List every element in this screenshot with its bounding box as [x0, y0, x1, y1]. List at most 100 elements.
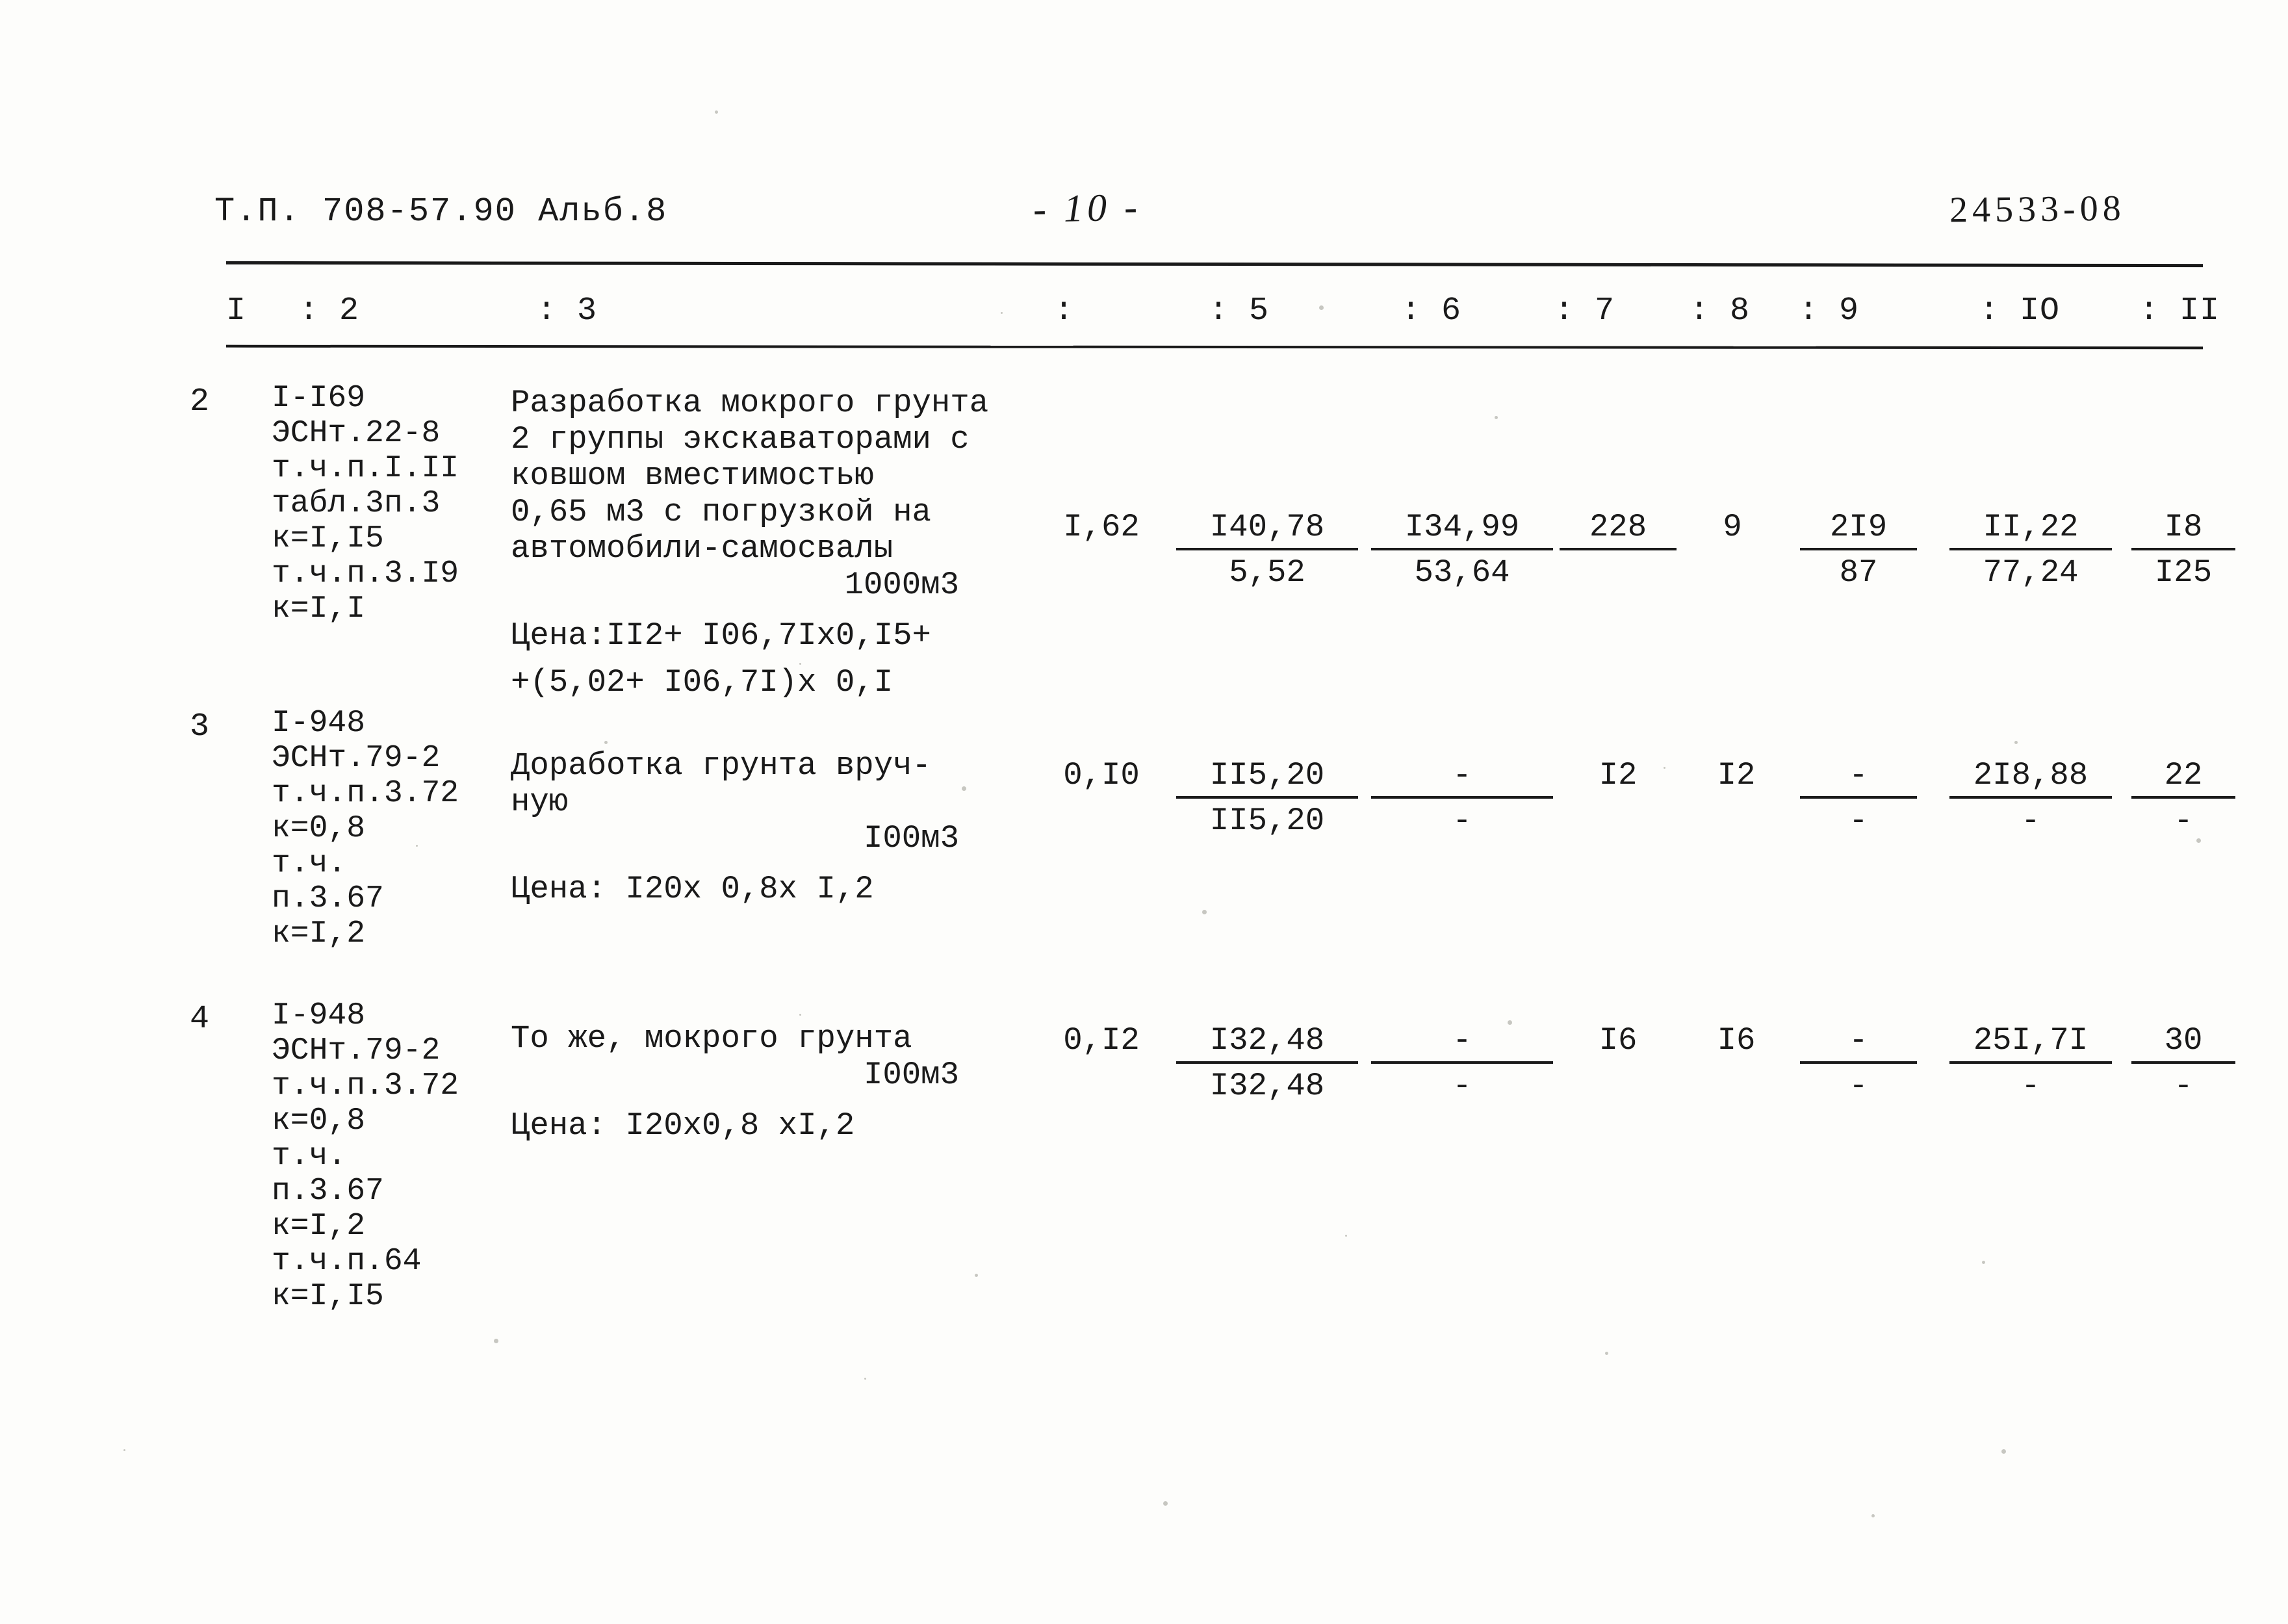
cell-denominator: [1684, 1059, 1788, 1063]
cell-denominator: [1693, 546, 1771, 549]
numeric-cell: 0,I2: [1027, 1022, 1176, 1063]
numeric-cell: I32,48 I32,48: [1176, 1022, 1358, 1105]
page-number: - 10 -: [1033, 185, 1142, 231]
numeric-cell: II,22 77,24: [1949, 508, 2112, 591]
norm-code-line: ЭСНт.79-2: [272, 741, 441, 776]
page-header: Т.П. 708-57.90 Альб.8 - 10 - 24533-08: [0, 185, 2288, 238]
cell-denominator: -: [2021, 1068, 2040, 1104]
column-header-10: : IO: [1979, 292, 2061, 329]
cell-denominator: -: [1849, 803, 1868, 839]
cell-numerator: I6: [1599, 1022, 1638, 1059]
norm-code-line: т.ч.п.64: [272, 1244, 422, 1279]
description-line: 2 группы экскаваторами с: [511, 421, 970, 458]
norm-code-line: I-948: [272, 998, 366, 1033]
norm-code-line: т.ч.п.3.I9: [272, 556, 459, 591]
numeric-cell: I2: [1560, 756, 1677, 797]
numeric-cell: --: [1800, 756, 1917, 840]
numeric-cell: I6: [1560, 1022, 1677, 1063]
cell-numerator: -: [1371, 756, 1553, 799]
cell-numerator: I2: [1599, 757, 1638, 793]
cell-numerator: -: [1371, 1022, 1553, 1064]
scanned-document-page: Т.П. 708-57.90 Альб.8 - 10 - 24533-08 I:…: [0, 0, 2288, 1624]
table-top-rule: [225, 261, 2204, 268]
numeric-cell: 2I8,88 -: [1949, 756, 2112, 840]
numeric-cell: --: [1800, 1022, 1917, 1105]
cell-numerator: 228: [1560, 508, 1677, 550]
cell-denominator: II5,20: [1209, 803, 1325, 839]
numeric-cell: --: [1371, 756, 1553, 840]
numeric-cell: --: [1371, 1022, 1553, 1105]
numeric-cell: 25I,7I -: [1949, 1022, 2112, 1105]
cell-denominator: -: [1452, 803, 1472, 839]
cell-numerator: 22: [2131, 756, 2235, 799]
cell-denominator: 77,24: [1983, 554, 2079, 591]
norm-code-cell: I-948 ЭСНт.79-2 т.ч.п.3.72 к=0,8 т.ч. п.3.67 к…: [272, 706, 459, 951]
column-header-8: : 8: [1690, 292, 1751, 329]
cell-denominator: -: [2174, 803, 2193, 839]
column-header-9: : 9: [1799, 292, 1860, 329]
cell-denominator: [1027, 1059, 1176, 1063]
cell-numerator: I2: [1717, 757, 1756, 793]
measurement-unit: I00м3: [863, 1057, 959, 1093]
numeric-cell: 0,I0: [1027, 756, 1176, 797]
description-line: То же, мокрого грунта: [511, 1020, 912, 1057]
cell-numerator: 30: [2131, 1022, 2235, 1064]
numeric-cell: 2I9 87: [1800, 508, 1917, 591]
cell-numerator: 25I,7I: [1949, 1022, 2112, 1064]
norm-code-line: к=I,2: [272, 1209, 366, 1244]
column-header-7: : 7: [1554, 292, 1615, 329]
work-description-cell: Доработка грунта вруч-ную I00м3 Цена: I20х…: [511, 747, 959, 907]
cell-denominator: [1560, 794, 1677, 797]
numeric-cell: I,62: [1027, 508, 1176, 549]
cell-numerator: I8: [2131, 508, 2235, 550]
norm-code-line: I-I69: [272, 381, 366, 416]
cell-numerator: I40,78: [1176, 508, 1358, 550]
description-line: 0,65 м3 с погрузкой на: [511, 494, 931, 530]
row-index-cell: 4: [190, 1001, 210, 1038]
column-header-5: : 5: [1209, 292, 1270, 329]
cell-denominator: [1560, 1059, 1677, 1063]
cell-denominator: [1684, 794, 1788, 797]
column-header-11: : II: [2139, 292, 2220, 329]
norm-code-line: к=I,I: [272, 591, 366, 626]
norm-code-line: ЭСНт.22-8: [272, 416, 441, 451]
cell-numerator: 2I9: [1800, 508, 1917, 550]
numeric-cell: I40,78 5,52: [1176, 508, 1358, 591]
norm-code-line: п.3.67: [272, 1174, 384, 1209]
cell-denominator: -: [2021, 803, 2040, 839]
column-header-2: : 2: [299, 292, 360, 329]
cell-denominator: [1027, 546, 1176, 549]
cell-denominator: [1027, 794, 1176, 797]
column-header-3: : 3: [537, 292, 598, 329]
numeric-cell: 22 -: [2131, 756, 2235, 840]
norm-code-line: т.ч.: [272, 1139, 347, 1174]
norm-code-line: I-948: [272, 706, 366, 741]
measurement-unit: 1000м3: [844, 567, 959, 603]
cell-denominator: -: [2174, 1068, 2193, 1104]
price-formula-line-2: +(5,02+ I06,7I)х 0,I: [511, 664, 893, 701]
measurement-unit: I00м3: [863, 820, 959, 857]
cell-denominator: 5,52: [1229, 554, 1305, 591]
column-header-6: : 6: [1401, 292, 1462, 329]
norm-code-line: к=0,8: [272, 811, 366, 846]
norm-code-cell: I-I69 ЭСНт.22-8 т.ч.п.I.II табл.3п.3 к=I,I5 т…: [272, 381, 459, 626]
document-reference: Т.П. 708-57.90 Альб.8: [214, 192, 668, 231]
norm-code-line: к=I,2: [272, 916, 366, 951]
cell-denominator: -: [1452, 1068, 1472, 1104]
numeric-cell: 228: [1560, 508, 1677, 554]
column-header-4: :: [1054, 292, 1075, 329]
numeric-cell: 9: [1693, 508, 1771, 549]
norm-code-line: т.ч.п.I.II: [272, 451, 459, 486]
cell-numerator: I34,99: [1371, 508, 1553, 550]
cell-denominator: [1560, 550, 1677, 554]
description-line: ную: [511, 784, 569, 820]
numeric-cell: I2: [1684, 756, 1788, 797]
table-header-rule: [225, 344, 2204, 350]
cell-denominator: I25: [2154, 554, 2213, 591]
cell-numerator: 9: [1723, 509, 1742, 545]
cell-denominator: 53,64: [1414, 554, 1510, 591]
cell-numerator: I6: [1717, 1022, 1756, 1059]
cell-numerator: 0,I0: [1063, 757, 1140, 793]
table-column-headers: I: 2: 3:: 5: 6: 7: 8: 9: IO: II: [0, 292, 2288, 339]
description-line: Разработка мокрого грунта: [511, 385, 989, 421]
